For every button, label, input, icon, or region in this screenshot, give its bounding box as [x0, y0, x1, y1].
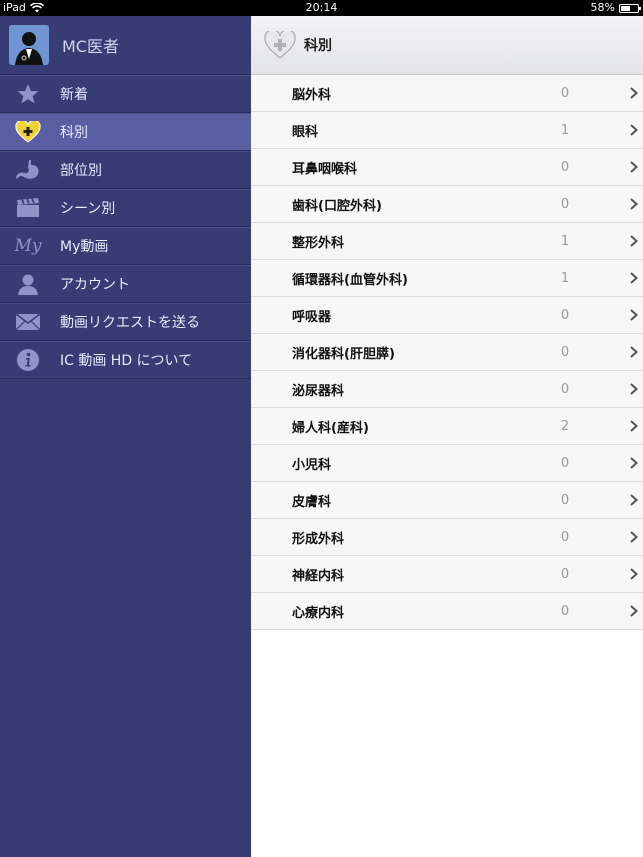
list-item[interactable]: 消化器科(肝胆膵) 0	[251, 334, 643, 371]
sidebar-item-label: 新着	[60, 87, 88, 103]
battery-percent: 58%	[590, 1, 615, 14]
chevron-right-icon	[630, 309, 638, 321]
stomach-icon	[14, 158, 42, 182]
chevron-right-icon	[630, 494, 638, 506]
chevron-right-icon	[630, 531, 638, 543]
list-item[interactable]: 歯科(口腔外科) 0	[251, 186, 643, 223]
sidebar-item-label: IC 動画 HD について	[60, 353, 193, 369]
department-name: 整形外科	[292, 235, 345, 251]
video-count: 0	[560, 381, 570, 397]
main-header: 科別	[251, 16, 643, 75]
sidebar-item-about[interactable]: IC 動画 HD について	[0, 341, 251, 379]
heart-plus-icon	[14, 120, 42, 144]
list-item[interactable]: 皮膚科 0	[251, 482, 643, 519]
chevron-right-icon	[630, 420, 638, 432]
avatar	[9, 25, 49, 65]
video-count: 0	[560, 566, 570, 582]
page-title: 科別	[304, 38, 332, 54]
sidebar-item-label: アカウント	[60, 277, 130, 293]
list-item[interactable]: 眼科 1	[251, 112, 643, 149]
list-item[interactable]: 泌尿器科 0	[251, 371, 643, 408]
chevron-right-icon	[630, 124, 638, 136]
battery-fill	[621, 5, 631, 11]
my-text-icon: My	[14, 236, 42, 256]
profile-name: MC医者	[62, 37, 119, 56]
chevron-right-icon	[630, 161, 638, 173]
department-name: 小児科	[292, 457, 332, 473]
sidebar-item-body-part[interactable]: 部位別	[0, 151, 251, 189]
list-item[interactable]: 耳鼻咽喉科 0	[251, 149, 643, 186]
video-count: 0	[560, 344, 570, 360]
department-name: 循環器科(血管外科)	[292, 272, 408, 288]
person-icon	[14, 272, 42, 296]
video-count: 0	[560, 307, 570, 323]
video-count: 0	[560, 455, 570, 471]
list-item[interactable]: 形成外科 0	[251, 519, 643, 556]
profile-header[interactable]: MC医者	[0, 16, 251, 75]
chevron-right-icon	[630, 383, 638, 395]
envelope-icon	[14, 310, 42, 334]
department-name: 泌尿器科	[292, 383, 345, 399]
department-name: 婦人科(産科)	[292, 420, 369, 436]
sidebar-item-department[interactable]: 科別	[0, 113, 251, 151]
sidebar-item-request-video[interactable]: 動画リクエストを送る	[0, 303, 251, 341]
chevron-right-icon	[630, 198, 638, 210]
sidebar: MC医者 新着 科別 部位別 シーン別 My My動画 アカウント 動画リクエス…	[0, 16, 251, 857]
video-count: 2	[560, 418, 570, 434]
chevron-right-icon	[630, 346, 638, 358]
heart-plus-icon	[264, 31, 296, 59]
doctor-avatar-icon	[9, 25, 49, 65]
department-name: 皮膚科	[292, 494, 332, 510]
chevron-right-icon	[630, 272, 638, 284]
sidebar-item-scene[interactable]: シーン別	[0, 189, 251, 227]
clock: 20:14	[305, 1, 338, 14]
video-count: 0	[560, 196, 570, 212]
star-icon	[14, 82, 42, 106]
video-count: 0	[560, 85, 570, 101]
list-item[interactable]: 神経内科 0	[251, 556, 643, 593]
sidebar-item-label: 部位別	[60, 163, 102, 179]
list-item[interactable]: 整形外科 1	[251, 223, 643, 260]
sidebar-item-label: My動画	[60, 239, 109, 255]
sidebar-item-account[interactable]: アカウント	[0, 265, 251, 303]
info-icon	[14, 348, 42, 372]
chevron-right-icon	[630, 235, 638, 247]
list-item[interactable]: 循環器科(血管外科) 1	[251, 260, 643, 297]
sidebar-item-label: 科別	[60, 125, 88, 141]
video-count: 0	[560, 603, 570, 619]
video-count: 1	[560, 122, 570, 138]
status-bar: iPad 20:14 58%	[0, 0, 643, 16]
department-name: 形成外科	[292, 531, 345, 547]
department-name: 呼吸器	[292, 309, 332, 325]
list-item[interactable]: 心療内科 0	[251, 593, 643, 630]
video-count: 0	[560, 492, 570, 508]
video-count: 1	[560, 270, 570, 286]
chevron-right-icon	[630, 568, 638, 580]
main-panel: 科別 脳外科 0 眼科 1 耳鼻咽喉科 0 歯科(口腔外科) 0 整形外科 1 循環器科(血管外科)…	[251, 16, 643, 857]
department-name: 歯科(口腔外科)	[292, 198, 382, 214]
list-item[interactable]: 小児科 0	[251, 445, 643, 482]
department-list: 脳外科 0 眼科 1 耳鼻咽喉科 0 歯科(口腔外科) 0 整形外科 1 循環器科(血管外科) 1 呼吸…	[251, 75, 643, 630]
chevron-right-icon	[630, 457, 638, 469]
department-name: 神経内科	[292, 568, 345, 584]
battery-icon	[619, 3, 641, 13]
clapperboard-icon	[14, 196, 42, 220]
sidebar-item-my-videos[interactable]: My My動画	[0, 227, 251, 265]
department-name: 心療内科	[292, 605, 345, 621]
sidebar-item-label: 動画リクエストを送る	[60, 315, 200, 331]
department-name: 眼科	[292, 124, 319, 140]
department-name: 脳外科	[292, 87, 332, 103]
department-name: 消化器科(肝胆膵)	[292, 346, 395, 362]
list-item[interactable]: 婦人科(産科) 2	[251, 408, 643, 445]
sidebar-item-label: シーン別	[60, 201, 116, 217]
chevron-right-icon	[630, 605, 638, 617]
list-item[interactable]: 呼吸器 0	[251, 297, 643, 334]
video-count: 0	[560, 529, 570, 545]
department-name: 耳鼻咽喉科	[292, 161, 358, 177]
video-count: 1	[560, 233, 570, 249]
sidebar-item-new[interactable]: 新着	[0, 75, 251, 113]
list-item[interactable]: 脳外科 0	[251, 75, 643, 112]
video-count: 0	[560, 159, 570, 175]
chevron-right-icon	[630, 87, 638, 99]
